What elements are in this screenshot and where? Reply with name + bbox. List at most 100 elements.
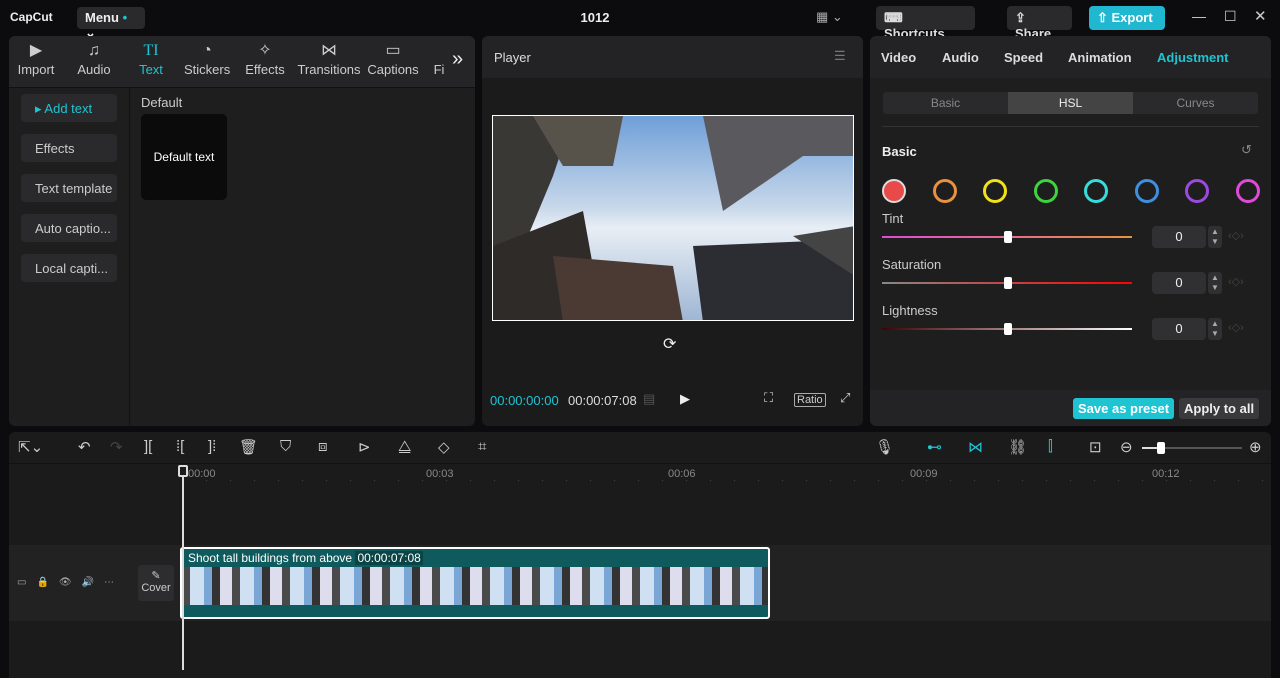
tab-audio[interactable]: Audio <box>942 50 979 65</box>
cover-button[interactable]: ✎ Cover <box>138 565 174 601</box>
saturation-value[interactable]: 0 <box>1152 272 1206 294</box>
ratio-button[interactable]: Ratio <box>794 393 826 407</box>
tab-text[interactable]: TI Text <box>134 40 168 77</box>
rotate-icon[interactable]: ⟳ <box>663 334 676 354</box>
saturation-slider-handle[interactable] <box>1004 277 1012 289</box>
sidebar-item-auto-captions[interactable]: Auto captio... <box>21 214 117 242</box>
swatch-purple[interactable] <box>1185 179 1209 203</box>
sidebar-item-effects[interactable]: Effects <box>21 134 117 162</box>
play-button[interactable]: ▶ <box>680 391 690 407</box>
more-tabs-icon[interactable]: » <box>452 48 463 71</box>
tab-audio[interactable]: ♫ Audio <box>74 40 114 77</box>
lightness-slider-handle[interactable] <box>1004 323 1012 335</box>
timeline-grid-icon[interactable]: ▤ <box>643 391 655 407</box>
main-track-magnet-icon[interactable]: ⊷ <box>927 438 942 456</box>
sidebar-item-local-captions[interactable]: Local capti... <box>21 254 117 282</box>
reverse-icon[interactable]: ⊳ <box>358 438 371 456</box>
sidebar-item-add-text[interactable]: ▸ Add text <box>21 94 117 122</box>
swatch-blue[interactable] <box>1135 179 1159 203</box>
tab-transitions[interactable]: ⋈ Transitions <box>297 40 361 77</box>
undo-icon[interactable]: ↶ <box>78 438 91 456</box>
subtab-hsl[interactable]: HSL <box>1008 92 1133 114</box>
minimize-button[interactable]: — <box>1192 8 1206 24</box>
effects-icon: ✧ <box>258 42 272 59</box>
filters-icon <box>433 40 445 62</box>
close-button[interactable]: ✕ <box>1254 7 1267 25</box>
delete-icon[interactable]: 🗑 <box>239 438 258 456</box>
transitions-icon: ⋈ <box>321 42 337 59</box>
ruler-tick: 00:03 <box>426 468 454 480</box>
microphone-icon[interactable]: 🎙 <box>875 438 894 456</box>
reset-icon[interactable]: ↺ <box>1241 142 1252 158</box>
tab-video[interactable]: Video <box>881 50 916 65</box>
tab-animation[interactable]: Animation <box>1068 50 1132 65</box>
ruler-tick: 00:12 <box>1152 468 1180 480</box>
saturation-stepper[interactable]: ▲ ▼ <box>1208 272 1222 294</box>
zoom-slider-handle[interactable] <box>1157 442 1165 454</box>
redo-icon[interactable]: ↷ <box>110 438 123 456</box>
save-preset-button[interactable]: Save as preset <box>1073 398 1175 419</box>
subtab-curves[interactable]: Curves <box>1133 92 1258 114</box>
apply-all-button[interactable]: Apply to all <box>1179 398 1260 419</box>
keyframe-icon[interactable]: ‹◇› <box>1228 321 1244 334</box>
menu-button[interactable]: Menu • ⌄ <box>77 7 145 40</box>
subtab-basic[interactable]: Basic <box>883 92 1008 114</box>
swatch-yellow[interactable] <box>983 179 1007 203</box>
preview-axis-icon[interactable]: ⫿ <box>1048 438 1053 455</box>
keyframe-icon[interactable]: ‹◇› <box>1228 275 1244 288</box>
export-label: Export <box>1111 10 1153 25</box>
swatch-red[interactable] <box>882 179 906 203</box>
title-bar: CapCut Menu • ⌄ 1012 ▦ ⌄ ⌨ Shortcuts ⇪ S… <box>0 0 1280 41</box>
crop-icon[interactable]: ⌗ <box>478 438 486 455</box>
tab-stickers[interactable]: ◔ Stickers <box>184 40 230 77</box>
zoom-in-icon[interactable]: ⊕ <box>1249 438 1262 456</box>
default-text-card[interactable]: Default text <box>141 114 227 200</box>
lightness-value[interactable]: 0 <box>1152 318 1206 340</box>
tab-captions[interactable]: ▭ Captions <box>367 40 419 77</box>
split-icon[interactable]: ][ <box>144 438 152 455</box>
share-button[interactable]: ⇪ Share <box>1007 6 1072 41</box>
swatch-orange[interactable] <box>933 179 957 203</box>
select-tool-icon[interactable]: ⇱⌄ <box>18 438 43 456</box>
tab-effects[interactable]: ✧ Effects <box>244 40 286 77</box>
tab-import[interactable]: ▶ Import <box>16 40 56 77</box>
swatch-magenta[interactable] <box>1236 179 1260 203</box>
mirror-icon[interactable]: ⧋ <box>398 438 411 455</box>
maximize-button[interactable]: ☐ <box>1224 8 1237 25</box>
freeze-icon[interactable]: ⧈ <box>318 438 328 455</box>
swatch-green[interactable] <box>1034 179 1058 203</box>
tint-value[interactable]: 0 <box>1152 226 1206 248</box>
fullscreen-icon[interactable]: ⤢ <box>840 390 850 406</box>
tab-adjustment[interactable]: Adjustment <box>1157 50 1229 65</box>
track-controls[interactable]: ▭🔒👁🔊⋯ <box>17 577 124 588</box>
swatch-cyan[interactable] <box>1084 179 1108 203</box>
import-icon: ▶ <box>29 42 43 59</box>
sticker-icon: ◔ <box>202 42 212 59</box>
fit-timeline-icon[interactable]: ⊡ <box>1089 438 1102 456</box>
fit-screen-icon[interactable]: ⛶ <box>764 390 773 406</box>
tint-stepper[interactable]: ▲ ▼ <box>1208 226 1222 248</box>
rotate-icon[interactable]: ◇ <box>438 438 450 456</box>
clip-name: Shoot tall buildings from above <box>188 551 353 565</box>
tint-slider-handle[interactable] <box>1004 231 1012 243</box>
tab-filters[interactable]: Fi <box>433 40 445 77</box>
shortcuts-button[interactable]: ⌨ Shortcuts <box>876 6 975 41</box>
sidebar-item-text-template[interactable]: Text template <box>21 174 117 202</box>
split-left-icon[interactable]: ⁞[ <box>176 438 184 455</box>
tab-speed[interactable]: Speed <box>1004 50 1043 65</box>
split-right-icon[interactable]: ]⁞ <box>208 438 216 455</box>
zoom-out-icon[interactable]: ⊖ <box>1120 438 1133 456</box>
edit-icon: ✎ <box>151 570 161 582</box>
layout-icon[interactable]: ▦ ⌄ <box>816 9 843 25</box>
export-button[interactable]: ⇧ Export <box>1089 6 1165 30</box>
playhead-handle[interactable] <box>178 465 188 477</box>
lightness-stepper[interactable]: ▲ ▼ <box>1208 318 1222 340</box>
hamburger-icon[interactable]: ☰ <box>834 48 846 64</box>
auto-snap-icon[interactable]: ⋈ <box>968 438 983 456</box>
video-clip[interactable]: Shoot tall buildings from above 00:00:07… <box>180 547 770 619</box>
marker-icon[interactable]: ⛉ <box>280 438 291 455</box>
playhead[interactable] <box>182 466 184 670</box>
keyframe-icon[interactable]: ‹◇› <box>1228 229 1244 242</box>
video-preview[interactable] <box>492 115 854 321</box>
link-icon[interactable]: ⛓ <box>1008 438 1027 456</box>
